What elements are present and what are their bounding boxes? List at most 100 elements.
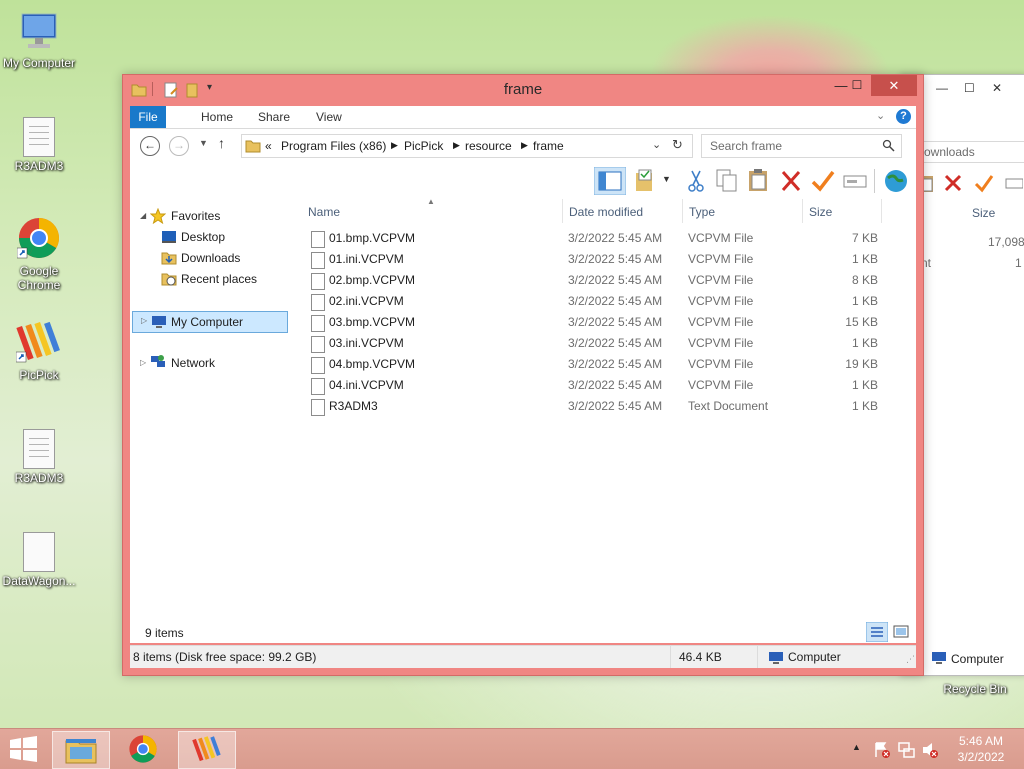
tab-file[interactable]: File	[130, 106, 166, 128]
copy-icon[interactable]	[716, 169, 738, 193]
delete-icon[interactable]	[780, 169, 802, 193]
tab-home[interactable]: Home	[191, 106, 243, 128]
file-row[interactable]: 04.ini.VCPVM 3/2/2022 5:45 AM VCPVM File 1 …	[302, 375, 916, 396]
desktop-icon-my-computer[interactable]: My Computer	[1, 10, 77, 70]
nav-my-computer-selected[interactable]: ▷ My Computer	[132, 311, 288, 333]
checkmark-icon[interactable]	[974, 173, 994, 193]
desktop-icon-datawagon[interactable]: DataWagon...	[1, 532, 77, 588]
search-box[interactable]: Search frame	[701, 134, 902, 158]
action-center-flag-icon[interactable]	[873, 741, 891, 759]
computer-icon	[152, 316, 166, 328]
search-icon[interactable]	[882, 139, 895, 152]
breadcrumb-separator-icon[interactable]: ▶	[521, 140, 528, 151]
resize-grip-icon[interactable]: ⋰	[906, 654, 915, 665]
file-row[interactable]: 04.bmp.VCPVM 3/2/2022 5:45 AM VCPVM File 19…	[302, 354, 916, 375]
tab-view[interactable]: View	[306, 106, 352, 128]
nav-desktop[interactable]: Desktop	[181, 227, 225, 247]
refresh-icon[interactable]: ↻	[672, 137, 683, 153]
explorer-window[interactable]: ▾ frame — ☐ ✕ File Home Share View ⌄ ? ←…	[122, 74, 924, 676]
expand-my-computer-icon[interactable]: ▷	[141, 316, 147, 325]
breadcrumb-overflow[interactable]: «	[265, 139, 272, 153]
file-icon	[311, 336, 325, 353]
maximize-icon[interactable]: ☐	[964, 81, 975, 95]
globe-icon[interactable]	[883, 168, 909, 194]
taskbar-file-explorer[interactable]	[52, 731, 110, 769]
clock-time: 5:46 AM	[958, 734, 1004, 748]
expand-favorites-icon[interactable]: ◢	[140, 211, 146, 220]
breadcrumb-separator-icon[interactable]: ▶	[453, 140, 460, 151]
show-hidden-icons-icon[interactable]: ▲	[852, 742, 861, 752]
large-icons-view-icon[interactable]	[892, 623, 910, 641]
file-name: 01.bmp.VCPVM	[329, 231, 416, 245]
desktop-icon-google-chrome[interactable]: Google Chrome	[1, 216, 77, 292]
file-row[interactable]: 01.bmp.VCPVM 3/2/2022 5:45 AM VCPVM File 7 …	[302, 228, 916, 249]
clock[interactable]: 5:46 AM 3/2/2022	[950, 733, 1012, 765]
column-header-type[interactable]: Type	[689, 205, 715, 219]
desktop-icon-recycle-bin[interactable]: Recycle Bin	[937, 682, 1013, 696]
close-icon[interactable]: ✕	[992, 81, 1002, 95]
breadcrumb-frame[interactable]: frame	[533, 139, 564, 153]
close-button[interactable]: ✕	[871, 75, 917, 96]
file-icon	[311, 315, 325, 332]
start-button[interactable]	[9, 736, 39, 762]
chrome-icon	[129, 735, 157, 763]
properties-icon[interactable]	[635, 169, 657, 193]
rename-icon[interactable]	[1005, 173, 1023, 193]
help-icon[interactable]: ?	[896, 109, 911, 124]
cut-icon[interactable]	[686, 169, 706, 193]
taskbar-chrome[interactable]	[115, 731, 171, 767]
forward-button[interactable]: →	[169, 136, 189, 156]
nav-recent-places[interactable]: Recent places	[181, 269, 257, 289]
expand-ribbon-icon[interactable]: ⌄	[876, 109, 885, 122]
address-bar[interactable]: « Program Files (x86) ▶ PicPick ▶ resour…	[241, 134, 693, 158]
delete-icon[interactable]	[943, 173, 963, 193]
file-row[interactable]: 02.ini.VCPVM 3/2/2022 5:45 AM VCPVM File 1 …	[302, 291, 916, 312]
desktop-icon-r3adm3-2[interactable]: R3ADM3	[1, 429, 77, 485]
tab-share[interactable]: Share	[248, 106, 300, 128]
file-row[interactable]: R3ADM3 3/2/2022 5:45 AM Text Document 1 KB	[302, 396, 916, 417]
breadcrumb-program-files[interactable]: Program Files (x86)	[281, 139, 386, 153]
nav-downloads[interactable]: Downloads	[181, 248, 240, 268]
file-row[interactable]: 02.bmp.VCPVM 3/2/2022 5:45 AM VCPVM File 8 …	[302, 270, 916, 291]
file-row[interactable]: 03.ini.VCPVM 3/2/2022 5:45 AM VCPVM File 1 …	[302, 333, 916, 354]
file-list[interactable]: ▲ Name Date modified Type Size 01.bmp.VC…	[302, 197, 916, 620]
recent-locations-icon[interactable]: ▼	[199, 138, 208, 148]
search-input[interactable]: Search frame	[710, 139, 782, 153]
background-address-bar[interactable]: ownloads	[921, 141, 1024, 163]
background-column-size[interactable]: Size	[972, 206, 995, 220]
taskbar-picpick[interactable]	[178, 731, 236, 769]
minimize-icon[interactable]: —	[936, 81, 948, 95]
rename-icon[interactable]	[843, 169, 867, 193]
file-row[interactable]: 03.bmp.VCPVM 3/2/2022 5:45 AM VCPVM File 15…	[302, 312, 916, 333]
file-row[interactable]: 01.ini.VCPVM 3/2/2022 5:45 AM VCPVM File 1 …	[302, 249, 916, 270]
command-toolbar: ▼	[130, 165, 916, 197]
breadcrumb-picpick[interactable]: PicPick	[404, 139, 443, 153]
breadcrumb-resource[interactable]: resource	[465, 139, 512, 153]
column-header-date[interactable]: Date modified	[569, 205, 643, 219]
preview-pane-icon[interactable]	[594, 167, 626, 195]
nav-network[interactable]: Network	[171, 353, 215, 373]
breadcrumb-separator-icon[interactable]: ▶	[391, 140, 398, 151]
desktop-icon-picpick[interactable]: PicPick	[1, 320, 77, 382]
paste-icon[interactable]	[748, 168, 770, 192]
details-view-icon[interactable]	[866, 622, 888, 642]
file-type: VCPVM File	[688, 231, 754, 245]
desktop-icon-label: DataWagon...	[2, 574, 76, 588]
checkmark-icon[interactable]	[811, 169, 835, 193]
properties-dropdown-icon[interactable]: ▼	[662, 174, 671, 184]
file-size: 7 KB	[851, 231, 878, 245]
network-status-icon[interactable]	[898, 741, 916, 759]
expand-network-icon[interactable]: ▷	[140, 358, 146, 367]
column-header-size[interactable]: Size	[809, 205, 832, 219]
up-button[interactable]: ↑	[218, 135, 225, 151]
volume-muted-icon[interactable]	[921, 741, 939, 759]
back-button[interactable]: ←	[140, 136, 160, 156]
maximize-button[interactable]: ☐	[842, 75, 872, 96]
file-icon	[311, 252, 325, 269]
address-dropdown-icon[interactable]: ⌄	[652, 138, 661, 151]
nav-favorites[interactable]: Favorites	[171, 206, 220, 226]
desktop-icon-r3adm3[interactable]: R3ADM3	[1, 117, 77, 173]
column-header-name[interactable]: Name	[308, 205, 340, 219]
file-name: 02.bmp.VCPVM	[329, 273, 416, 287]
navigation-pane[interactable]: ◢ Favorites Desktop Downloads Recent pla…	[130, 197, 295, 620]
